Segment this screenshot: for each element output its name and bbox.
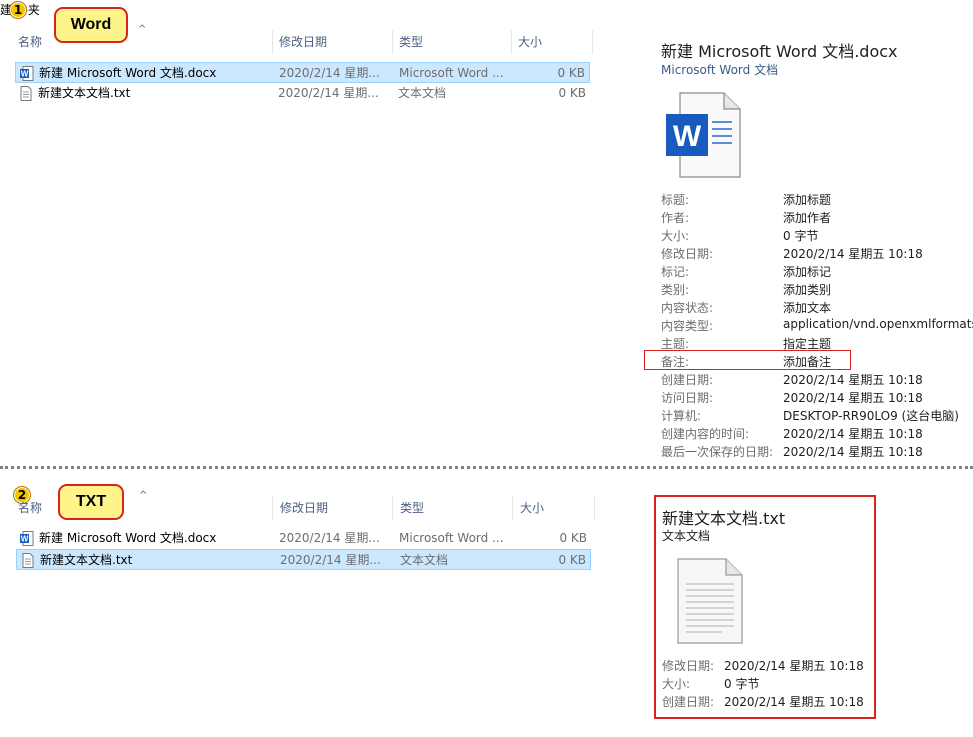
file-row-txt[interactable]: 新建文本文档.txt 2020/2/14 星期... 文本文档 0 KB (16, 549, 591, 570)
column-header-name[interactable]: 名称 (18, 496, 42, 520)
svg-text:W: W (21, 535, 29, 544)
word-document-icon: W (666, 92, 741, 178)
prop-value: 添加类别 (783, 283, 832, 297)
file-type: Microsoft Word ... (399, 66, 504, 80)
file-date: 2020/2/14 星期... (279, 66, 380, 80)
column-header-type[interactable]: 类型 (399, 30, 423, 54)
prop-label: 计算机: (661, 409, 702, 423)
file-size: 0 KB (557, 66, 585, 80)
sort-ascending-icon: ^ (139, 490, 148, 501)
file-row-txt[interactable]: 新建文本文档.txt 2020/2/14 星期... 文本文档 0 KB (15, 83, 590, 104)
column-header-date[interactable]: 修改日期 (279, 30, 327, 54)
column-header-size[interactable]: 大小 (518, 30, 542, 54)
prop-value: 2020/2/14 星期五 10:18 (783, 445, 923, 459)
file-type: 文本文档 (398, 86, 447, 100)
file-name: 新建 Microsoft Word 文档.docx (39, 66, 217, 80)
file-date: 2020/2/14 星期... (278, 86, 379, 100)
prop-value: 添加标题 (783, 193, 832, 207)
prop-label: 大小: (661, 229, 690, 243)
text-document-icon (677, 558, 743, 644)
prop-value: 2020/2/14 星期五 10:18 (724, 695, 864, 709)
column-header-date[interactable]: 修改日期 (280, 496, 328, 520)
callout-txt: TXT (58, 484, 124, 520)
column-separator[interactable] (592, 30, 593, 54)
prop-label: 内容状态: (661, 301, 714, 315)
file-size: 0 KB (559, 531, 587, 545)
file-name: 新建文本文档.txt (40, 553, 133, 567)
word-file-icon: W (20, 66, 34, 81)
prop-label: 标题: (661, 193, 690, 207)
prop-value: 2020/2/14 星期五 10:18 (724, 659, 864, 673)
prop-value: 添加文本 (783, 301, 832, 315)
prop-label: 内容类型: (661, 319, 714, 333)
column-header-size[interactable]: 大小 (520, 496, 544, 520)
prop-label: 访问日期: (661, 391, 714, 405)
section-divider (0, 466, 973, 469)
file-row-docx[interactable]: W 新建 Microsoft Word 文档.docx 2020/2/14 星期… (15, 62, 590, 83)
prop-label: 创建日期: (662, 695, 715, 709)
prop-label: 最后一次保存的日期: (661, 445, 774, 459)
column-separator[interactable] (511, 30, 512, 54)
column-header-type[interactable]: 类型 (400, 496, 424, 520)
file-type: 文本文档 (400, 553, 449, 567)
text-file-icon (22, 553, 34, 568)
column-separator[interactable] (512, 496, 513, 520)
prop-label: 修改日期: (661, 247, 714, 261)
prop-value: 添加作者 (783, 211, 832, 225)
prop-label: 修改日期: (662, 659, 715, 673)
column-header-name[interactable]: 名称 (18, 30, 42, 54)
file-size: 0 KB (558, 553, 586, 567)
prop-label: 作者: (661, 211, 690, 225)
column-separator[interactable] (392, 30, 393, 54)
preview-subtitle: Microsoft Word 文档 (661, 63, 779, 77)
file-name: 新建 Microsoft Word 文档.docx (39, 531, 217, 545)
prop-label: 创建内容的时间: (661, 427, 750, 441)
prop-value: DESKTOP-RR90LO9 (这台电脑) (783, 409, 959, 423)
file-name: 新建文本文档.txt (38, 86, 131, 100)
file-type: Microsoft Word ... (399, 531, 504, 545)
svg-text:W: W (21, 70, 29, 79)
preview-title: 新建文本文档.txt (662, 509, 786, 528)
column-separator[interactable] (594, 496, 595, 520)
preview-subtitle: 文本文档 (662, 529, 711, 543)
word-icon-letter: W (673, 120, 702, 153)
callout-word: Word (54, 7, 128, 43)
prop-value: 2020/2/14 星期五 10:18 (783, 373, 923, 387)
prop-value: 2020/2/14 星期五 10:18 (783, 391, 923, 405)
column-separator[interactable] (392, 496, 393, 520)
column-separator[interactable] (272, 496, 273, 520)
comments-highlight-box (644, 350, 851, 370)
prop-value: 0 字节 (783, 229, 819, 243)
file-date: 2020/2/14 星期... (280, 553, 381, 567)
prop-label: 创建日期: (661, 373, 714, 387)
column-separator[interactable] (272, 30, 273, 54)
prop-value: 2020/2/14 星期五 10:18 (783, 427, 923, 441)
prop-value: application/vnd.openxmlformats- (783, 317, 973, 331)
prop-value: 0 字节 (724, 677, 760, 691)
word-file-icon: W (20, 531, 34, 546)
text-file-icon (20, 86, 32, 101)
file-size: 0 KB (558, 86, 586, 100)
sort-ascending-icon: ^ (138, 24, 147, 35)
prop-value: 添加标记 (783, 265, 832, 279)
prop-value: 2020/2/14 星期五 10:18 (783, 247, 923, 261)
preview-title: 新建 Microsoft Word 文档.docx (661, 42, 898, 61)
step-badge-1: 1 (9, 1, 27, 19)
prop-label: 大小: (662, 677, 691, 691)
prop-label: 类别: (661, 283, 690, 297)
prop-label: 标记: (661, 265, 690, 279)
file-row-docx[interactable]: W 新建 Microsoft Word 文档.docx 2020/2/14 星期… (16, 528, 591, 549)
file-date: 2020/2/14 星期... (279, 531, 380, 545)
